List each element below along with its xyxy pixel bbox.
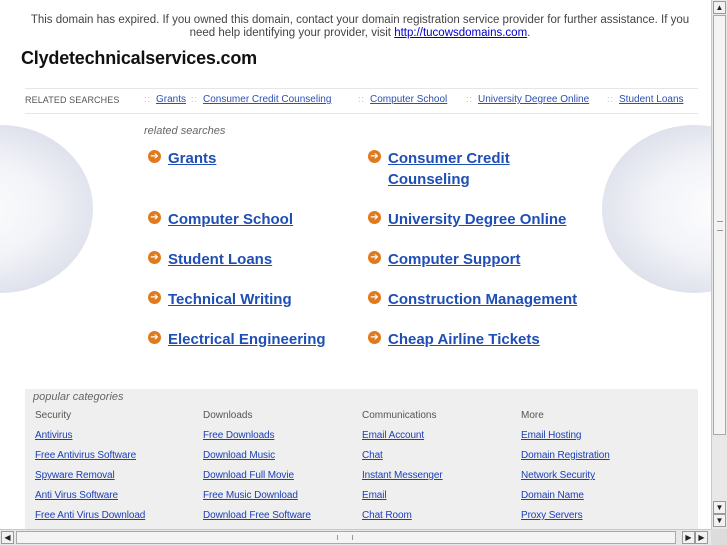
category-link[interactable]: Domain Registration bbox=[521, 449, 681, 469]
orange-arrow-icon: ➔ bbox=[148, 251, 161, 264]
related-bar-link-student-loans[interactable]: Student Loans bbox=[619, 94, 684, 105]
separator: :: bbox=[358, 94, 366, 104]
related-search-item: ➔ Construction Management bbox=[368, 289, 578, 310]
related-bar-item: :: Grants bbox=[144, 94, 186, 105]
separator: :: bbox=[191, 94, 199, 104]
vertical-scrollbar[interactable]: ▲ ▼ ▼ bbox=[711, 0, 727, 529]
related-search-item: ➔ Computer School bbox=[148, 209, 358, 230]
related-search-link-cheap-airline-tickets[interactable]: Cheap Airline Tickets bbox=[388, 329, 578, 350]
related-bar-item: :: Computer School bbox=[358, 94, 447, 105]
scroll-right-arrow-icon[interactable]: ▶ bbox=[682, 531, 695, 544]
related-searches-caption: related searches bbox=[144, 125, 226, 137]
related-bar-item: :: University Degree Online bbox=[466, 94, 589, 105]
scroll-right-arrow-icon-secondary[interactable]: ▶ bbox=[695, 531, 708, 544]
related-searches-label: RELATED SEARCHES bbox=[25, 95, 120, 105]
category-column-security: Security Antivirus Free Antivirus Softwa… bbox=[35, 409, 195, 529]
scroll-grip-icon bbox=[717, 221, 723, 231]
page-viewport: This domain has expired. If you owned th… bbox=[0, 0, 711, 529]
category-link[interactable]: Free Downloads bbox=[203, 429, 363, 449]
related-search-item: ➔ Cheap Airline Tickets bbox=[368, 329, 578, 350]
expiry-notice-suffix: . bbox=[527, 27, 531, 39]
expiry-notice-text: This domain has expired. If you owned th… bbox=[30, 14, 690, 39]
related-search-link-electrical-engineering[interactable]: Electrical Engineering bbox=[168, 329, 358, 350]
domain-title: Clydetechnicalservices.com bbox=[21, 48, 257, 68]
related-search-link-grants[interactable]: Grants bbox=[168, 148, 358, 169]
related-search-item: ➔ Student Loans bbox=[148, 249, 358, 270]
related-search-item: ➔ Computer Support bbox=[368, 249, 578, 270]
scrollbar-corner bbox=[711, 529, 727, 545]
category-link[interactable]: Chat Room bbox=[362, 509, 522, 529]
orange-arrow-icon: ➔ bbox=[368, 331, 381, 344]
orange-arrow-icon: ➔ bbox=[148, 291, 161, 304]
category-column-communications: Communications Email Account Chat Instan… bbox=[362, 409, 522, 529]
orange-arrow-icon: ➔ bbox=[368, 291, 381, 304]
orange-arrow-icon: ➔ bbox=[148, 331, 161, 344]
orange-arrow-icon: ➔ bbox=[368, 150, 381, 163]
category-link[interactable]: Download Full Movie bbox=[203, 469, 363, 489]
vertical-scroll-thumb[interactable] bbox=[713, 15, 726, 435]
separator: :: bbox=[144, 94, 152, 104]
related-search-link-computer-support[interactable]: Computer Support bbox=[388, 249, 578, 270]
category-link[interactable]: Email Hosting bbox=[521, 429, 681, 449]
orange-arrow-icon: ➔ bbox=[368, 251, 381, 264]
scroll-left-arrow-icon[interactable]: ◀ bbox=[1, 531, 14, 544]
related-search-link-technical-writing[interactable]: Technical Writing bbox=[168, 289, 358, 310]
related-search-item: ➔ Consumer Credit Counseling bbox=[368, 148, 538, 190]
left-decorative-arc bbox=[0, 125, 93, 293]
category-heading: More bbox=[521, 410, 544, 421]
related-search-link-student-loans[interactable]: Student Loans bbox=[168, 249, 358, 270]
orange-arrow-icon: ➔ bbox=[148, 211, 161, 224]
category-link[interactable]: Free Antivirus Software bbox=[35, 449, 195, 469]
category-link[interactable]: Network Security bbox=[521, 469, 681, 489]
orange-arrow-icon: ➔ bbox=[148, 150, 161, 163]
related-search-item: ➔ Electrical Engineering bbox=[148, 329, 358, 350]
scroll-down-arrow-icon[interactable]: ▼ bbox=[713, 501, 726, 514]
category-link[interactable]: Proxy Servers bbox=[521, 509, 681, 529]
expiry-notice: This domain has expired. If you owned th… bbox=[20, 14, 700, 40]
related-search-link-university-degree-online[interactable]: University Degree Online bbox=[388, 209, 578, 230]
popular-categories-caption: popular categories bbox=[33, 391, 124, 403]
category-link[interactable]: Instant Messenger bbox=[362, 469, 522, 489]
category-link[interactable]: Email Account bbox=[362, 429, 522, 449]
related-search-item: ➔ Grants bbox=[148, 148, 358, 169]
separator: :: bbox=[607, 94, 615, 104]
category-link[interactable]: Antivirus bbox=[35, 429, 195, 449]
category-link[interactable]: Email bbox=[362, 489, 522, 509]
scroll-down-arrow-icon-secondary[interactable]: ▼ bbox=[713, 514, 726, 527]
separator: :: bbox=[466, 94, 474, 104]
popular-categories-panel: popular categories Security Antivirus Fr… bbox=[25, 389, 698, 529]
tucows-link[interactable]: http://tucowsdomains.com bbox=[394, 27, 527, 39]
related-bar-link-computer-school[interactable]: Computer School bbox=[370, 94, 447, 105]
related-bar-link-university-degree-online[interactable]: University Degree Online bbox=[478, 94, 589, 105]
category-link[interactable]: Spyware Removal bbox=[35, 469, 195, 489]
horizontal-scroll-thumb[interactable] bbox=[16, 531, 676, 544]
category-link[interactable]: Chat bbox=[362, 449, 522, 469]
related-search-link-construction-management[interactable]: Construction Management bbox=[388, 289, 578, 310]
category-link[interactable]: Download Music bbox=[203, 449, 363, 469]
category-link[interactable]: Free Anti Virus Download bbox=[35, 509, 195, 529]
related-search-item: ➔ Technical Writing bbox=[148, 289, 358, 310]
category-column-downloads: Downloads Free Downloads Download Music … bbox=[203, 409, 363, 529]
related-bar-link-grants[interactable]: Grants bbox=[156, 94, 186, 105]
related-searches-bar: RELATED SEARCHES :: Grants :: Consumer Cre… bbox=[25, 88, 698, 114]
category-heading: Security bbox=[35, 410, 72, 421]
related-bar-item: :: Consumer Credit Counseling bbox=[191, 94, 331, 105]
category-link[interactable]: Free Music Download bbox=[203, 489, 363, 509]
category-heading: Communications bbox=[362, 410, 437, 421]
category-heading: Downloads bbox=[203, 410, 253, 421]
category-link[interactable]: Domain Name bbox=[521, 489, 681, 509]
horizontal-scrollbar[interactable]: ◀ ▶ ▶ bbox=[0, 529, 711, 545]
related-bar-link-consumer-credit-counseling[interactable]: Consumer Credit Counseling bbox=[203, 94, 331, 105]
category-link[interactable]: Download Free Software bbox=[203, 509, 363, 529]
related-bar-item: :: Student Loans bbox=[607, 94, 684, 105]
scroll-grip-icon bbox=[337, 535, 353, 540]
scroll-up-arrow-icon[interactable]: ▲ bbox=[713, 1, 726, 14]
right-decorative-arc bbox=[602, 125, 711, 293]
category-column-more: More Email Hosting Domain Registration N… bbox=[521, 409, 681, 529]
orange-arrow-icon: ➔ bbox=[368, 211, 381, 224]
related-search-link-consumer-credit-counseling[interactable]: Consumer Credit Counseling bbox=[388, 148, 538, 190]
related-search-link-computer-school[interactable]: Computer School bbox=[168, 209, 358, 230]
related-search-item: ➔ University Degree Online bbox=[368, 209, 578, 230]
category-link[interactable]: Anti Virus Software bbox=[35, 489, 195, 509]
